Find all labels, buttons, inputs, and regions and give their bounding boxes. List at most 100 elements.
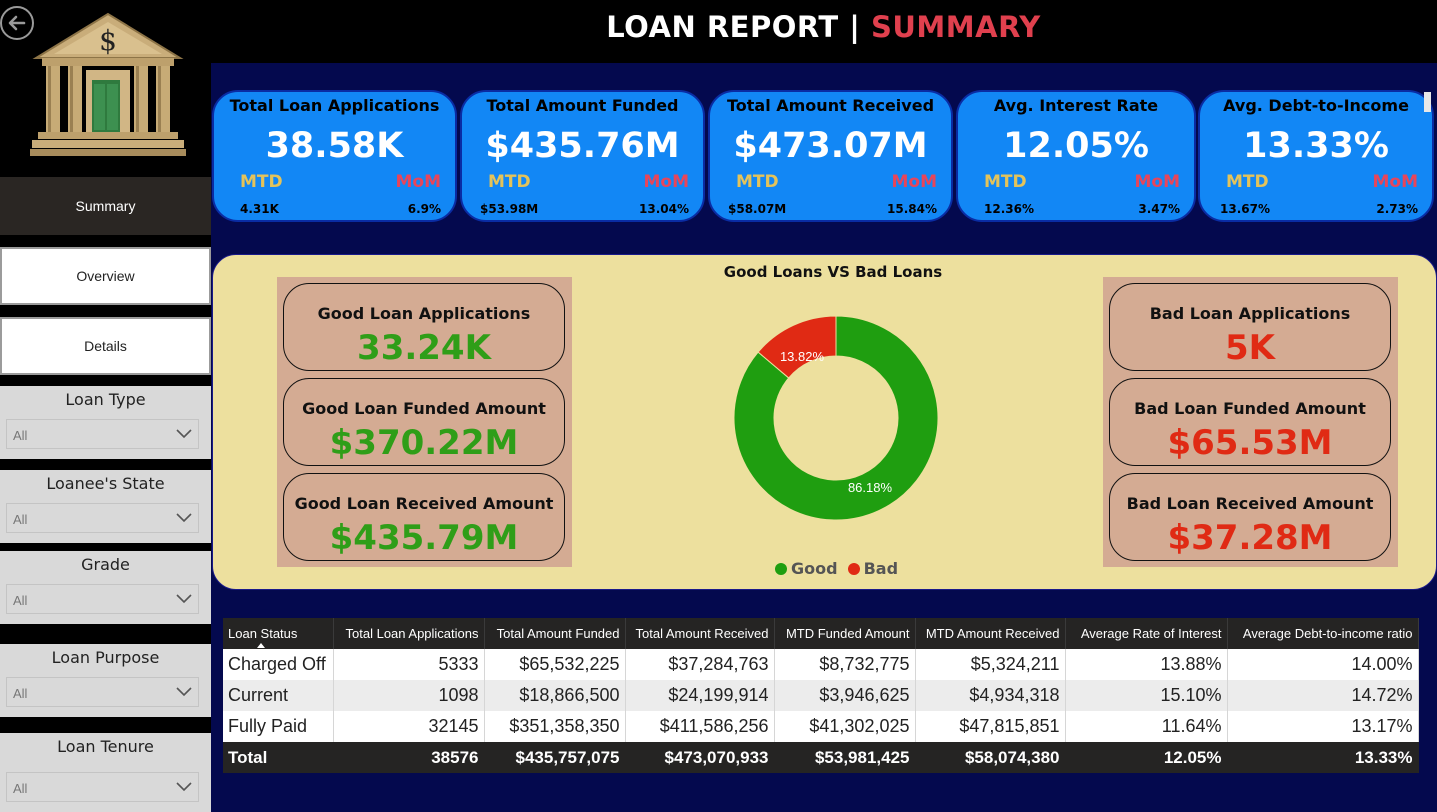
card-title: Bad Loan Applications: [1149, 304, 1351, 323]
grade-dropdown[interactable]: All: [6, 584, 199, 614]
kpi-mtd-label: MTD: [736, 172, 779, 192]
cell: 13.33%: [1227, 742, 1419, 773]
bad-received-card: Bad Loan Received Amount $37.28M: [1109, 473, 1391, 561]
loan-tenure-dropdown[interactable]: All: [6, 772, 199, 802]
bank-logo-icon: $: [30, 12, 186, 156]
table-row[interactable]: Fully Paid 32145 $351,358,350 $411,586,2…: [223, 711, 1419, 742]
cell: $5,324,211: [915, 649, 1066, 680]
loan-purpose-dropdown[interactable]: All: [6, 677, 199, 707]
kpi-mom-label: MoM: [891, 172, 937, 192]
cell: $351,358,350: [484, 711, 626, 742]
legend-label-good: Good: [791, 559, 838, 578]
slicer-grade: Grade All: [0, 551, 211, 624]
cell: $3,946,625: [774, 680, 916, 711]
chevron-down-icon: [176, 594, 192, 604]
col-header-mtd-received[interactable]: MTD Amount Received: [915, 618, 1066, 649]
kpi-card-total-received: Total Amount Received $473.07M MTD MoM $…: [708, 90, 953, 222]
card-title: Bad Loan Funded Amount: [1134, 399, 1366, 418]
nav-overview-label: Overview: [76, 268, 135, 284]
col-header-avg-dti[interactable]: Average Debt-to-income ratio: [1227, 618, 1419, 649]
col-header-amount-funded[interactable]: Total Amount Funded: [484, 618, 626, 649]
kpi-title: Total Amount Received: [726, 96, 935, 115]
slicer-loan-type: Loan Type All: [0, 386, 211, 459]
table-row[interactable]: Current 1098 $18,866,500 $24,199,914 $3,…: [223, 680, 1419, 711]
loan-status-table: Loan Status Total Loan Applications Tota…: [223, 618, 1419, 773]
col-header-loan-status[interactable]: Loan Status: [223, 618, 334, 649]
card-value: 33.24K: [357, 328, 491, 368]
slicer-title: Loan Type: [65, 390, 146, 409]
card-value: $37.28M: [1167, 518, 1333, 558]
nav-summary-button[interactable]: Summary: [0, 177, 211, 235]
loan-type-dropdown[interactable]: All: [6, 419, 199, 449]
cell: 11.64%: [1065, 711, 1228, 742]
dropdown-value: All: [13, 512, 28, 527]
nav-summary-label: Summary: [75, 198, 136, 214]
chevron-down-icon: [176, 782, 192, 792]
page-title: LOAN REPORT | SUMMARY: [210, 10, 1437, 44]
kpi-mom-label: MoM: [1372, 172, 1418, 192]
slicer-loan-tenure: Loan Tenure All: [0, 733, 211, 812]
kpi-mom-value: 3.47%: [1138, 202, 1180, 216]
slicer-title: Loan Tenure: [57, 737, 154, 756]
kpi-title: Total Amount Funded: [486, 96, 679, 115]
cell: $24,199,914: [625, 680, 775, 711]
cell: $53,981,425: [774, 742, 916, 773]
cell: $8,732,775: [774, 649, 916, 680]
kpi-value: 38.58K: [265, 126, 404, 166]
slicer-loanee-state: Loanee's State All: [0, 470, 211, 543]
kpi-mtd-label: MTD: [240, 172, 283, 192]
kpi-mom-label: MoM: [643, 172, 689, 192]
nav-details-label: Details: [84, 338, 127, 354]
table-row[interactable]: Charged Off 5333 $65,532,225 $37,284,763…: [223, 649, 1419, 680]
svg-text:$: $: [99, 24, 117, 57]
card-title: Good Loan Received Amount: [294, 494, 554, 513]
bad-funded-card: Bad Loan Funded Amount $65.53M: [1109, 378, 1391, 466]
kpi-mtd-value: $58.07M: [728, 202, 787, 216]
header-label: Loan Status: [228, 626, 298, 641]
cell: 12.05%: [1065, 742, 1228, 773]
legend-item-good[interactable]: Good: [775, 559, 838, 578]
chevron-down-icon: [176, 513, 192, 523]
cell: $435,757,075: [484, 742, 626, 773]
table-total-row: Total 38576 $435,757,075 $473,070,933 $5…: [223, 742, 1419, 773]
bad-loan-column: Bad Loan Applications 5K Bad Loan Funded…: [1103, 277, 1398, 567]
card-title: Good Loan Funded Amount: [302, 399, 546, 418]
good-loan-column: Good Loan Applications 33.24K Good Loan …: [277, 277, 572, 567]
col-header-applications[interactable]: Total Loan Applications: [333, 618, 485, 649]
good-received-card: Good Loan Received Amount $435.79M: [283, 473, 565, 561]
cell: $411,586,256: [625, 711, 775, 742]
nav-details-button[interactable]: Details: [0, 317, 211, 375]
slicer-title: Loan Purpose: [51, 648, 160, 667]
legend-dot-bad: [847, 562, 860, 575]
kpi-value: 13.33%: [1243, 126, 1389, 166]
kpi-mtd-label: MTD: [488, 172, 531, 192]
dropdown-value: All: [13, 781, 28, 796]
donut-data-label-good: 86.18%: [848, 480, 893, 495]
cell: 13.88%: [1065, 649, 1228, 680]
cell: 14.72%: [1227, 680, 1419, 711]
cell: 13.17%: [1227, 711, 1419, 742]
cell: 5333: [333, 649, 485, 680]
cell: Total: [223, 742, 334, 773]
kpi-mtd-label: MTD: [984, 172, 1027, 192]
cell: Current: [223, 680, 334, 711]
col-header-avg-interest[interactable]: Average Rate of Interest: [1065, 618, 1228, 649]
cell: 32145: [333, 711, 485, 742]
back-button[interactable]: [0, 6, 34, 40]
nav-overview-button[interactable]: Overview: [0, 247, 211, 305]
card-value: $65.53M: [1167, 423, 1333, 463]
good-bad-donut-chart[interactable]: 86.18% 13.82%: [731, 315, 941, 525]
good-funded-card: Good Loan Funded Amount $370.22M: [283, 378, 565, 466]
col-header-amount-received[interactable]: Total Amount Received: [625, 618, 775, 649]
cell: $58,074,380: [915, 742, 1066, 773]
kpi-mom-value: 13.04%: [639, 202, 689, 216]
sort-ascending-icon: [257, 643, 265, 648]
loanee-state-dropdown[interactable]: All: [6, 503, 199, 533]
legend-item-bad[interactable]: Bad: [847, 559, 898, 578]
kpi-title: Avg. Debt-to-Income: [1223, 96, 1409, 115]
slicer-title: Grade: [81, 555, 130, 574]
kpi-card-avg-interest: Avg. Interest Rate 12.05% MTD MoM 12.36%…: [956, 90, 1196, 222]
kpi-scrollbar[interactable]: [1424, 92, 1431, 112]
kpi-mom-label: MoM: [395, 172, 441, 192]
col-header-mtd-funded[interactable]: MTD Funded Amount: [774, 618, 916, 649]
